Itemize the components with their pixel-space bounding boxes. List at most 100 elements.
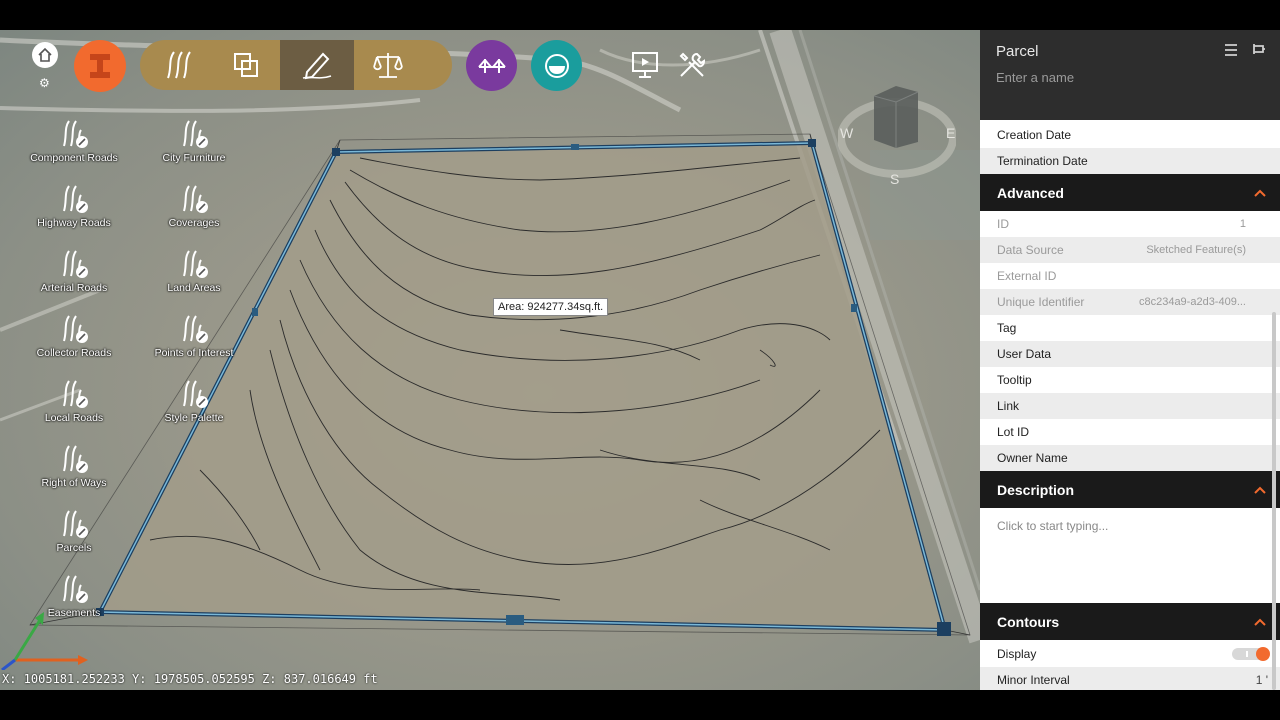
property-label: Owner Name bbox=[997, 451, 1068, 465]
property-row[interactable]: Tag bbox=[980, 315, 1280, 341]
letterbox-bottom bbox=[0, 690, 1280, 720]
property-label: ID bbox=[997, 217, 1009, 231]
minor-interval-label: Minor Interval bbox=[997, 673, 1070, 687]
description-section-title: Description bbox=[997, 481, 1075, 498]
asset-label: Points of Interest bbox=[154, 347, 234, 359]
mode-toolbar bbox=[140, 40, 452, 90]
display-toggle[interactable] bbox=[1232, 646, 1270, 661]
property-row[interactable]: Lot ID bbox=[980, 419, 1280, 445]
chevron-up-icon[interactable] bbox=[1254, 486, 1266, 494]
display-label: Display bbox=[997, 646, 1037, 661]
pin-icon[interactable] bbox=[1251, 42, 1265, 56]
contours-section-header[interactable]: Contours bbox=[980, 603, 1280, 640]
property-label: Creation Date bbox=[997, 128, 1072, 142]
asset-label: Highway Roads bbox=[37, 217, 111, 229]
asset-coverages[interactable]: Coverages bbox=[144, 183, 244, 229]
compass-south: S bbox=[890, 171, 899, 186]
arterial-roads-icon bbox=[63, 250, 88, 278]
asset-label: Local Roads bbox=[44, 412, 104, 424]
asset-land-areas[interactable]: Land Areas bbox=[144, 248, 244, 294]
sketch-mode-button[interactable] bbox=[280, 40, 354, 90]
compass-east: E bbox=[946, 125, 955, 141]
property-row[interactable]: Owner Name bbox=[980, 445, 1280, 471]
present-button[interactable] bbox=[628, 48, 662, 82]
asset-right-of-ways[interactable]: Right of Ways bbox=[24, 443, 124, 489]
menu-icon[interactable] bbox=[1224, 43, 1238, 57]
asset-parcels[interactable]: Parcels bbox=[24, 508, 124, 554]
chevron-up-icon[interactable] bbox=[1254, 189, 1266, 197]
properties-panel: Parcel Enter a name Creation Date Termina… bbox=[980, 30, 1280, 690]
advanced-section-title: Advanced bbox=[997, 184, 1064, 201]
readonly-property-row: Unique Identifier c8c234a9-a2d3-409... bbox=[980, 289, 1280, 315]
wrench-screwdriver-icon bbox=[679, 52, 706, 77]
gear-icon[interactable]: ⚙ bbox=[39, 76, 50, 90]
layers-mode-button[interactable] bbox=[212, 40, 280, 90]
property-label: User Data bbox=[997, 347, 1052, 361]
property-label: Termination Date bbox=[997, 154, 1088, 168]
city-furniture-icon bbox=[183, 120, 208, 148]
asset-component-roads[interactable]: Component Roads bbox=[24, 118, 124, 164]
asset-highway-roads[interactable]: Highway Roads bbox=[24, 183, 124, 229]
readonly-property-row: External ID bbox=[980, 263, 1280, 289]
property-value: Sketched Feature(s) bbox=[1146, 244, 1246, 256]
asset-arterial-roads[interactable]: Arterial Roads bbox=[24, 248, 124, 294]
panel-header: Parcel Enter a name bbox=[980, 30, 1280, 120]
area-tooltip: Area: 924277.34sq.ft. bbox=[493, 298, 609, 316]
coverages-icon bbox=[183, 185, 208, 213]
asset-label: Coverages bbox=[168, 217, 220, 229]
infraworks-window: ⚙ Component Roads City Furniture Highway… bbox=[0, 0, 1280, 720]
points-of-interest-icon bbox=[183, 315, 208, 343]
settings-utilities-button[interactable] bbox=[675, 48, 709, 82]
infraworks-logo-icon bbox=[90, 54, 110, 78]
property-label: Data Source bbox=[997, 243, 1064, 257]
asset-label: Land Areas bbox=[167, 282, 221, 294]
asset-label: Style Palette bbox=[164, 412, 224, 424]
contours-display-row: Display bbox=[980, 640, 1280, 667]
property-row[interactable]: User Data bbox=[980, 341, 1280, 367]
property-row[interactable]: Tooltip bbox=[980, 367, 1280, 393]
roads-mode-button[interactable] bbox=[144, 40, 212, 90]
asset-collector-roads[interactable]: Collector Roads bbox=[24, 313, 124, 359]
chevron-up-icon[interactable] bbox=[1254, 618, 1266, 626]
advanced-section-header[interactable]: Advanced bbox=[980, 174, 1280, 211]
asset-city-furniture[interactable]: City Furniture bbox=[144, 118, 244, 164]
cursor-coordinates: X: 1005181.252233 Y: 1978505.052595 Z: 8… bbox=[2, 672, 378, 686]
name-input[interactable]: Enter a name bbox=[996, 70, 1264, 85]
property-row[interactable]: Creation Date bbox=[980, 122, 1280, 148]
general-properties: Creation Date Termination Date bbox=[980, 122, 1280, 174]
asset-local-roads[interactable]: Local Roads bbox=[24, 378, 124, 424]
drainage-design-button[interactable] bbox=[531, 40, 582, 91]
panel-scrollbar[interactable] bbox=[1272, 312, 1276, 690]
bridge-design-button[interactable] bbox=[466, 40, 517, 91]
scales-icon bbox=[373, 53, 403, 78]
analyze-mode-button[interactable] bbox=[354, 40, 422, 90]
layers-mode-icon bbox=[234, 53, 258, 77]
asset-points-of-interest[interactable]: Points of Interest bbox=[144, 313, 244, 359]
local-roads-icon bbox=[63, 380, 88, 408]
parcels-icon bbox=[63, 510, 88, 538]
readonly-property-row: ID 1 bbox=[980, 211, 1280, 237]
letterbox-top bbox=[0, 0, 1280, 30]
minor-interval-value[interactable]: 1 ' bbox=[1256, 673, 1268, 687]
asset-style-palette[interactable]: Style Palette bbox=[144, 378, 244, 424]
asset-label: Component Roads bbox=[30, 152, 118, 164]
collector-roads-icon bbox=[63, 315, 88, 343]
component-roads-icon bbox=[63, 120, 88, 148]
3d-viewport[interactable]: ⚙ Component Roads City Furniture Highway… bbox=[0, 30, 980, 690]
asset-label: Right of Ways bbox=[41, 477, 107, 489]
property-label: Unique Identifier bbox=[997, 295, 1085, 309]
bridge-icon bbox=[477, 58, 506, 73]
property-value: c8c234a9-a2d3-409... bbox=[1138, 296, 1246, 308]
advanced-properties: ID 1 Data Source Sketched Feature(s) Externa… bbox=[980, 211, 1280, 471]
highway-roads-icon bbox=[63, 185, 88, 213]
property-value: 1 bbox=[1239, 218, 1246, 230]
property-row[interactable]: Link bbox=[980, 393, 1280, 419]
description-section-header[interactable]: Description bbox=[980, 471, 1280, 508]
description-textarea[interactable]: Click to start typing... bbox=[980, 508, 1280, 603]
home-button[interactable] bbox=[32, 42, 58, 68]
drainage-icon bbox=[544, 53, 569, 78]
view-cube-compass[interactable]: W E S bbox=[838, 86, 956, 186]
property-row[interactable]: Termination Date bbox=[980, 148, 1280, 174]
infraworks-menu-button[interactable] bbox=[74, 40, 126, 92]
property-label: External ID bbox=[997, 269, 1057, 283]
